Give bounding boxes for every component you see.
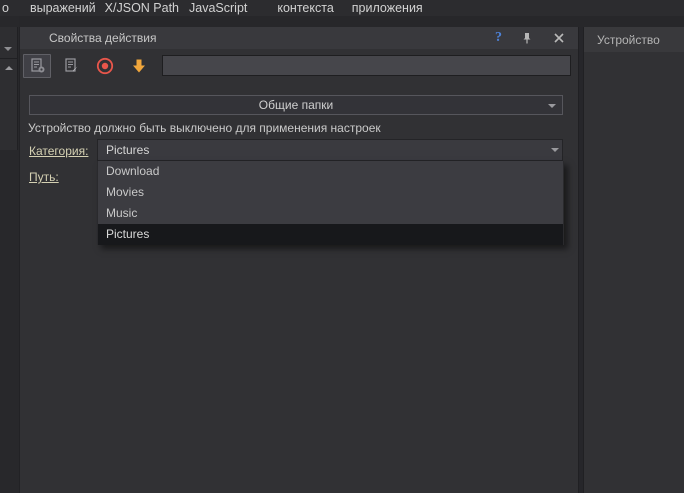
close-icon[interactable]: [552, 31, 566, 45]
menu-item-context[interactable]: контекста: [277, 1, 333, 15]
shared-folders-dropdown[interactable]: Общие папки: [29, 95, 563, 115]
dropdown-option-music[interactable]: Music: [98, 203, 563, 224]
dropdown-arrow-icon: [551, 148, 559, 152]
device-off-notice: Устройство должно быть выключено для при…: [28, 121, 381, 135]
gutter-divider: [0, 58, 18, 59]
panel-title: Свойства действия: [49, 31, 156, 45]
dropdown-arrow-icon: [548, 104, 556, 108]
left-gutter-top: [0, 27, 18, 150]
titlebar-icons: ?: [495, 30, 566, 46]
download-arrow-button[interactable]: [125, 54, 153, 78]
form-edit-icon: [63, 57, 80, 74]
category-combobox[interactable]: Pictures: [97, 139, 563, 161]
menu-bar: о выражений X/JSON Path JavaScript конте…: [0, 0, 684, 16]
action-properties-panel: Свойства действия ?: [19, 27, 578, 493]
category-label[interactable]: Категория:: [29, 144, 88, 158]
record-icon: [96, 57, 114, 75]
device-panel-titlebar: Устройство: [584, 27, 684, 52]
menu-item-applications[interactable]: приложения: [352, 1, 423, 15]
form-settings-button[interactable]: [23, 54, 51, 78]
gutter-scroll-up-icon[interactable]: [5, 66, 13, 70]
form-edit-button[interactable]: [57, 54, 85, 78]
dropdown-option-movies[interactable]: Movies: [98, 182, 563, 203]
category-combobox-button[interactable]: [547, 140, 562, 160]
panel-toolbar: [20, 52, 578, 79]
menu-item-partial[interactable]: о: [2, 1, 9, 15]
device-panel: Устройство: [584, 27, 684, 493]
gutter-dropdown-icon[interactable]: [4, 47, 12, 51]
path-label[interactable]: Путь:: [29, 170, 59, 184]
menu-item-expressions[interactable]: выражений: [30, 1, 96, 15]
menu-item-xjson-path[interactable]: X/JSON Path: [105, 1, 179, 15]
device-panel-title: Устройство: [597, 33, 660, 47]
application-window: о выражений X/JSON Path JavaScript конте…: [0, 0, 684, 493]
dropdown-option-pictures[interactable]: Pictures: [98, 224, 563, 245]
form-settings-icon: [29, 57, 46, 74]
pin-icon[interactable]: [520, 31, 534, 45]
download-arrow-icon: [130, 57, 148, 75]
menu-item-javascript[interactable]: JavaScript: [189, 1, 247, 15]
help-icon[interactable]: ?: [495, 30, 502, 46]
category-value: Pictures: [106, 143, 149, 157]
panel-titlebar: Свойства действия ?: [20, 27, 578, 49]
toolbar-text-input[interactable]: [162, 55, 571, 76]
category-dropdown-list: Download Movies Music Pictures: [97, 161, 564, 245]
left-gutter: [0, 16, 19, 493]
record-button[interactable]: [91, 54, 119, 78]
dropdown-option-download[interactable]: Download: [98, 161, 563, 182]
shared-folders-label: Общие папки: [259, 98, 333, 112]
